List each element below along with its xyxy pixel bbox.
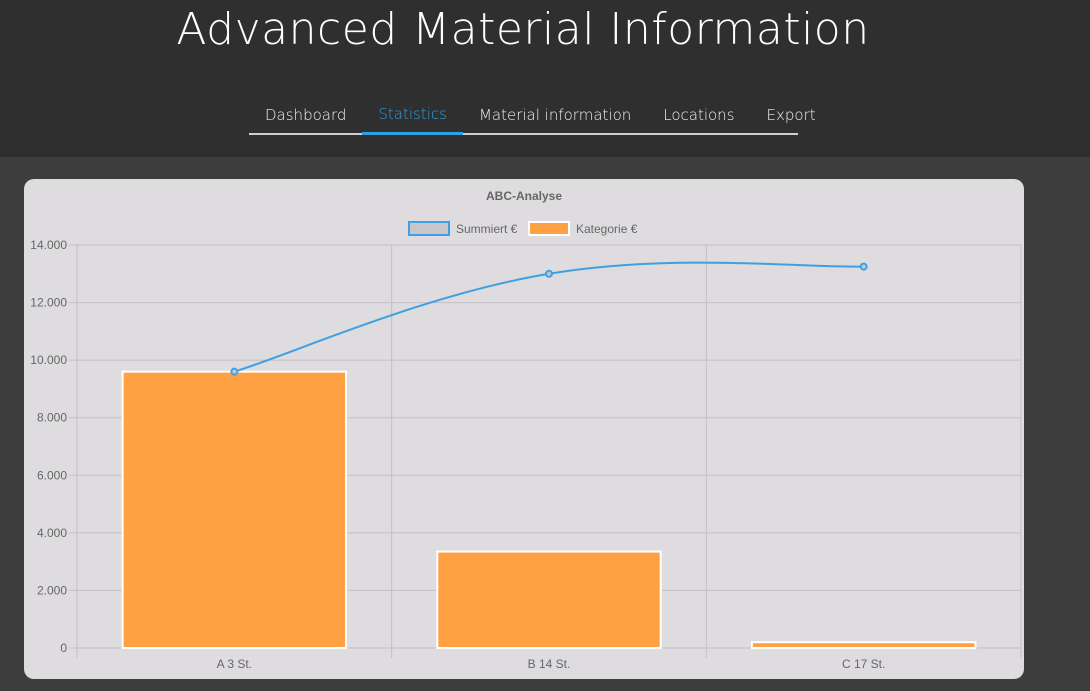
tab-material-information[interactable]: Material information: [463, 96, 647, 133]
summiert-point-b: [545, 269, 553, 278]
app-header: Advanced Material Information Dashboard …: [0, 0, 1090, 157]
summiert-point-a: [230, 367, 239, 376]
x-tick-label: A 3 St.: [217, 657, 252, 671]
y-tick-label: 14.000: [30, 238, 67, 252]
legend-label-summiert: Summiert €: [456, 222, 518, 236]
y-tick-label: 8.000: [37, 411, 67, 425]
y-tick-label: 0: [60, 641, 67, 655]
tab-export[interactable]: Export: [751, 96, 832, 133]
app-title: Advanced Material Information: [176, 4, 870, 55]
chart-title: ABC-Analyse: [486, 189, 562, 203]
legend-swatch-kategorie: [528, 221, 570, 236]
y-tick-label: 10.000: [30, 353, 67, 367]
chart-card: ABC-Analyse Summiert € Kategorie € 0 2.000 4.…: [24, 179, 1024, 679]
x-tick-label: B 14 St.: [528, 657, 571, 671]
main-nav: Dashboard Statistics Material informatio…: [249, 96, 816, 135]
x-tick-label: C 17 St.: [842, 657, 885, 671]
y-tick-label: 4.000: [37, 526, 67, 540]
summiert-line: [234, 261, 864, 373]
y-tick-label: 12.000: [30, 296, 67, 310]
y-tick-label: 2.000: [37, 583, 67, 597]
tab-statistics[interactable]: Statistics: [362, 96, 463, 135]
tab-locations[interactable]: Locations: [647, 96, 750, 133]
bar-c: [750, 641, 977, 650]
tab-dashboard[interactable]: Dashboard: [249, 96, 362, 133]
bar-a: [121, 370, 348, 650]
y-tick-label: 6.000: [37, 468, 67, 482]
legend-label-kategorie: Kategorie €: [576, 222, 638, 236]
abc-analysis-chart: ABC-Analyse Summiert € Kategorie € 0 2.000 4.…: [30, 189, 1022, 671]
summiert-point-c: [859, 262, 868, 271]
bar-b: [436, 550, 662, 650]
legend-swatch-summiert: [408, 221, 450, 236]
